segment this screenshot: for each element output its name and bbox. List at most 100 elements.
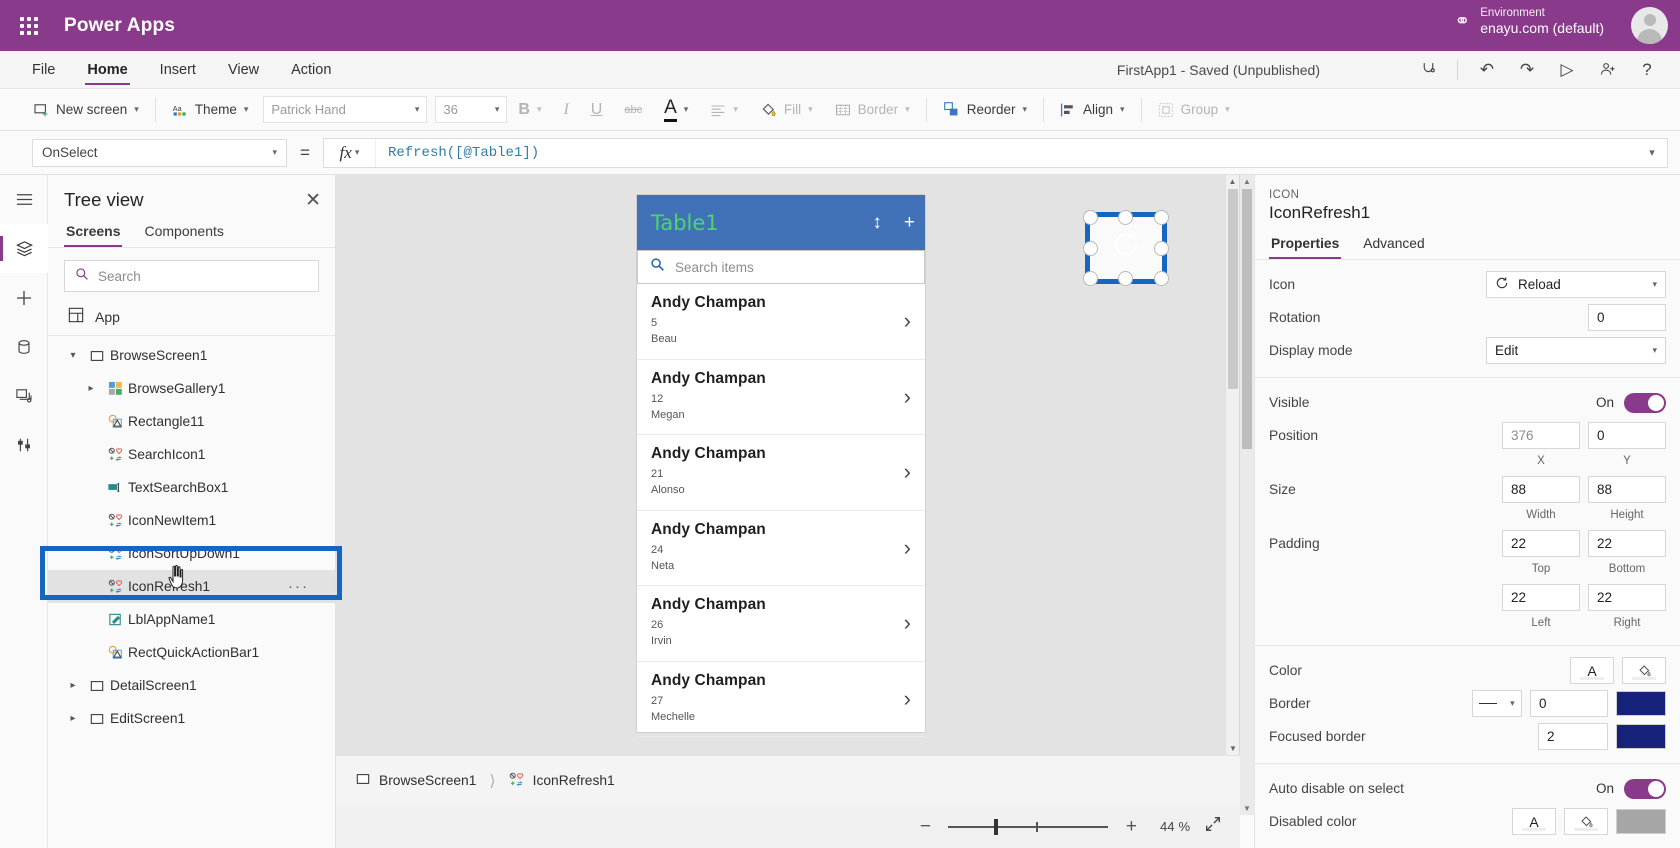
sort-icon[interactable]: ↕: [872, 212, 882, 234]
chevron-right-icon[interactable]: ›: [904, 384, 911, 410]
tree-node-rectquickactionbar1[interactable]: RectQuickActionBar1: [48, 636, 335, 669]
focused-border-color-swatch[interactable]: [1616, 724, 1666, 749]
menu-item-view[interactable]: View: [222, 51, 265, 88]
app-checker-icon[interactable]: [1409, 55, 1447, 85]
position-x-input[interactable]: 376: [1502, 422, 1580, 449]
avatar[interactable]: [1631, 7, 1668, 44]
breadcrumb-iconrefresh1[interactable]: IconRefresh1: [509, 772, 615, 790]
tab-screens[interactable]: Screens: [64, 219, 123, 247]
auto-disable-toggle[interactable]: [1624, 778, 1666, 799]
border-color-swatch[interactable]: [1616, 691, 1666, 716]
menu-item-file[interactable]: File: [26, 51, 61, 88]
tree-node-iconsortupdown1[interactable]: IconSortUpDown1: [48, 537, 335, 570]
tree-node-iconnewitem1[interactable]: IconNewItem1: [48, 504, 335, 537]
resize-handle[interactable]: [1154, 271, 1169, 286]
tree-node-rectangle11[interactable]: Rectangle11: [48, 405, 335, 438]
scroll-up-icon[interactable]: ▲: [1240, 175, 1254, 188]
tree-node-detailscreen1[interactable]: ▸ DetailScreen1: [48, 669, 335, 702]
resize-handle[interactable]: [1083, 271, 1098, 286]
disabled-fill-color-button[interactable]: [1564, 808, 1608, 835]
resize-handle[interactable]: [1118, 210, 1133, 225]
icon-select[interactable]: Reload ▾: [1486, 271, 1666, 298]
position-y-input[interactable]: 0: [1588, 422, 1666, 449]
breadcrumb-browsescreen1[interactable]: BrowseScreen1: [356, 772, 476, 789]
italic-button[interactable]: I: [552, 95, 579, 125]
border-button[interactable]: Border ▾: [824, 95, 921, 125]
underline-button[interactable]: U: [580, 95, 614, 125]
menu-item-home[interactable]: Home: [81, 51, 133, 88]
app-launcher-icon[interactable]: [6, 16, 52, 35]
border-style-select[interactable]: ▾: [1472, 690, 1522, 717]
text-color-button[interactable]: A: [1570, 657, 1614, 684]
border-width-input[interactable]: 0: [1530, 690, 1608, 717]
add-icon[interactable]: +: [904, 212, 915, 234]
tab-components[interactable]: Components: [142, 219, 225, 247]
resize-handle[interactable]: [1118, 271, 1133, 286]
reload-icon[interactable]: [1090, 217, 1162, 279]
fx-button[interactable]: fx ▾: [324, 138, 376, 167]
chevron-right-icon[interactable]: ›: [904, 535, 911, 561]
fill-button[interactable]: Fill ▾: [749, 95, 824, 125]
gallery-row[interactable]: Andy Champan 26 Irvin ›: [637, 586, 925, 662]
menu-item-action[interactable]: Action: [285, 51, 337, 88]
help-icon[interactable]: ?: [1628, 55, 1666, 85]
tab-advanced[interactable]: Advanced: [1361, 233, 1426, 259]
gallery-row[interactable]: Andy Champan 5 Beau ›: [637, 284, 925, 360]
zoom-slider-thumb[interactable]: [994, 818, 999, 835]
formula-expand-toggle[interactable]: ▾: [1637, 146, 1667, 159]
chevron-right-icon[interactable]: ›: [904, 610, 911, 636]
font-color-button[interactable]: A ▾: [653, 95, 699, 125]
app-preview[interactable]: Table1 ↕ + Search items Andy Champan 5 B…: [637, 195, 1169, 737]
gallery-row[interactable]: Andy Champan 21 Alonso ›: [637, 435, 925, 511]
redo-icon[interactable]: ↷: [1508, 55, 1546, 85]
resize-handle[interactable]: [1083, 241, 1098, 256]
rotation-input[interactable]: 0: [1588, 304, 1666, 331]
search-input[interactable]: Search: [64, 260, 319, 292]
close-icon[interactable]: ✕: [305, 191, 321, 210]
selected-control-handles[interactable]: [1083, 210, 1169, 286]
scroll-down-icon[interactable]: ▼: [1240, 802, 1254, 815]
tree-node-iconrefresh1[interactable]: IconRefresh1 ···: [48, 570, 335, 603]
chevron-right-icon[interactable]: ▸: [62, 680, 84, 691]
scroll-thumb[interactable]: [1228, 189, 1238, 389]
size-width-input[interactable]: 88: [1502, 476, 1580, 503]
padding-right-input[interactable]: 22: [1588, 584, 1666, 611]
tree-node-editscreen1[interactable]: ▸ EditScreen1: [48, 702, 335, 735]
display-mode-select[interactable]: Edit ▾: [1486, 337, 1666, 364]
tree-node-searchicon1[interactable]: SearchIcon1: [48, 438, 335, 471]
scroll-thumb[interactable]: [1242, 189, 1252, 449]
zoom-in-button[interactable]: +: [1114, 816, 1148, 838]
padding-left-input[interactable]: 22: [1502, 584, 1580, 611]
disabled-color-swatch[interactable]: [1616, 809, 1666, 834]
media-icon[interactable]: [0, 371, 48, 420]
canvas-scrollbar[interactable]: ▲ ▼: [1225, 175, 1239, 755]
tree-node-lblappname1[interactable]: LblAppName1: [48, 603, 335, 636]
resize-handle[interactable]: [1083, 210, 1098, 225]
resize-handle[interactable]: [1154, 241, 1169, 256]
settings-icon[interactable]: [0, 420, 48, 469]
tree-view-icon[interactable]: [0, 224, 48, 273]
group-button[interactable]: Group ▾: [1147, 95, 1241, 125]
menu-item-insert[interactable]: Insert: [154, 51, 202, 88]
tree-node-browsegallery1[interactable]: ▸ BrowseGallery1: [48, 372, 335, 405]
insert-icon[interactable]: [0, 273, 48, 322]
scroll-up-icon[interactable]: ▲: [1226, 175, 1239, 188]
chevron-right-icon[interactable]: ▸: [80, 383, 102, 394]
chevron-right-icon[interactable]: ›: [904, 459, 911, 485]
tree-node-textsearchbox1[interactable]: TextSearchBox1: [48, 471, 335, 504]
chevron-right-icon[interactable]: ›: [904, 308, 911, 334]
disabled-text-color-button[interactable]: A: [1512, 808, 1556, 835]
visible-toggle[interactable]: [1624, 392, 1666, 413]
gallery-row[interactable]: Andy Champan 27 Mechelle ›: [637, 662, 925, 737]
zoom-slider[interactable]: [948, 818, 1109, 836]
resize-handle[interactable]: [1154, 210, 1169, 225]
font-size-select[interactable]: 36 ▾: [435, 96, 508, 123]
font-family-select[interactable]: Patrick Hand ▾: [263, 96, 428, 123]
chevron-right-icon[interactable]: ›: [904, 686, 911, 712]
more-options-icon[interactable]: ···: [288, 578, 309, 595]
focused-border-width-input[interactable]: 2: [1538, 723, 1608, 750]
padding-top-input[interactable]: 22: [1502, 530, 1580, 557]
new-screen-button[interactable]: New screen ▾: [22, 95, 150, 125]
hamburger-icon[interactable]: [0, 175, 48, 224]
app-title-label[interactable]: Table1: [651, 211, 719, 235]
